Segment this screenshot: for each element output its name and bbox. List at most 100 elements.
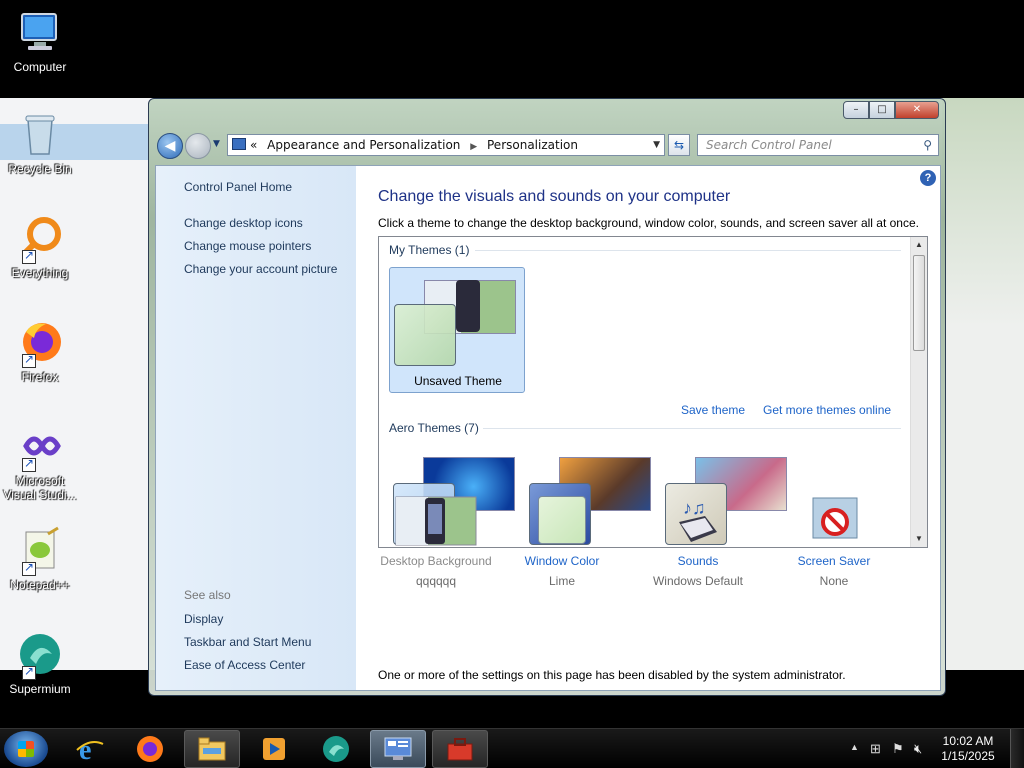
- taskbar-control-panel[interactable]: [370, 730, 426, 768]
- desktop-icon-label: Recycle Bin: [8, 162, 72, 176]
- everything-icon: [16, 214, 64, 264]
- taskbar-supermium[interactable]: [308, 730, 364, 768]
- screen-saver-value: None: [819, 574, 849, 588]
- clock[interactable]: 10:02 AM 1/15/2025: [938, 734, 998, 764]
- control-panel-home-link[interactable]: Control Panel Home: [184, 180, 292, 194]
- sounds-label[interactable]: Sounds: [638, 554, 758, 568]
- desktop-icon-visual-studio[interactable]: Microsoft Visual Studi...: [0, 422, 80, 502]
- theme-tile-unsaved[interactable]: Unsaved Theme: [389, 267, 525, 393]
- show-desktop-button[interactable]: [1010, 729, 1024, 768]
- volume-muted-icon[interactable]: 🔇︎: [914, 741, 922, 757]
- svg-text:e: e: [79, 735, 91, 764]
- my-themes-heading: My Themes (1): [389, 243, 470, 257]
- desktop-icon-label: Firefox: [21, 370, 59, 384]
- address-bar[interactable]: « Appearance and Personalization ▶ Perso…: [227, 134, 665, 156]
- refresh-button[interactable]: ⇆: [668, 134, 690, 156]
- theme-name: Unsaved Theme: [414, 374, 502, 388]
- screen-saver-setting[interactable]: Screen Saver None: [774, 496, 894, 588]
- scroll-down-icon[interactable]: ▼: [911, 531, 927, 547]
- navigation-bar: ◀ ▼ « Appearance and Personalization ▶ P…: [157, 131, 939, 159]
- change-mouse-pointers-link[interactable]: Change mouse pointers: [184, 239, 311, 253]
- close-button[interactable]: ✕: [895, 101, 939, 119]
- save-theme-link[interactable]: Save theme: [681, 403, 745, 417]
- window-controls: – □ ✕: [843, 101, 939, 119]
- window-color-setting[interactable]: Window Color Lime: [502, 496, 622, 588]
- breadcrumb-separator-icon[interactable]: ▶: [470, 142, 477, 152]
- shortcut-arrow-icon: [22, 664, 36, 680]
- desktop-icon-label: Microsoft Visual Studi...: [3, 474, 77, 502]
- visual-studio-icon: [16, 422, 64, 472]
- maximize-button[interactable]: □: [869, 101, 895, 119]
- search-icon[interactable]: ⚲: [923, 135, 932, 155]
- desktop-background-icon: [395, 496, 477, 548]
- scroll-thumb[interactable]: [913, 255, 925, 351]
- taskbar-start-menu-link[interactable]: Taskbar and Start Menu: [184, 635, 311, 649]
- desktop-icon-firefox[interactable]: Firefox: [0, 318, 80, 384]
- minimize-button[interactable]: –: [843, 101, 869, 119]
- help-icon[interactable]: ?: [920, 170, 936, 186]
- taskbar-firefox[interactable]: [122, 730, 178, 768]
- taskbar-internet-explorer[interactable]: e: [62, 730, 118, 768]
- taskbar-toolbox[interactable]: [432, 730, 488, 768]
- shortcut-arrow-icon: [22, 560, 36, 576]
- window-color-label[interactable]: Window Color: [502, 554, 622, 568]
- taskbar: e ▲ ⊞ ⚑ 🔇︎ 10:02 AM 1/15/2025: [0, 728, 1024, 768]
- firefox-icon: [16, 318, 64, 368]
- breadcrumb-appearance[interactable]: Appearance and Personalization: [267, 138, 460, 152]
- display-link[interactable]: Display: [184, 612, 223, 626]
- ease-of-access-link[interactable]: Ease of Access Center: [184, 658, 305, 672]
- screen-saver-icon: [793, 496, 875, 548]
- desktop-icon-notepadpp[interactable]: Notepad++: [0, 526, 80, 592]
- search-placeholder: Search Control Panel: [706, 138, 832, 152]
- firefox-icon: [137, 736, 163, 762]
- desktop-icon-everything[interactable]: Everything: [0, 214, 80, 280]
- admin-disabled-notice: One or more of the settings on this page…: [378, 668, 846, 682]
- back-button[interactable]: ◀: [157, 133, 183, 159]
- desktop-icon-supermium[interactable]: Supermium: [0, 630, 80, 696]
- breadcrumb-personalization[interactable]: Personalization: [487, 138, 578, 152]
- section-divider: [483, 428, 901, 429]
- main-pane: ? Change the visuals and sounds on your …: [356, 166, 940, 690]
- see-also-heading: See also: [184, 588, 231, 602]
- taskbar-media-player[interactable]: [246, 730, 302, 768]
- recent-pages-dropdown-icon[interactable]: ▼: [213, 139, 220, 149]
- change-account-picture-link[interactable]: Change your account picture: [184, 262, 337, 276]
- theme-list-scrollbar[interactable]: ▲ ▼: [910, 237, 927, 547]
- desktop-icon-recycle-bin[interactable]: Recycle Bin: [0, 110, 80, 176]
- start-button[interactable]: [4, 731, 48, 767]
- phone-image: [456, 280, 480, 332]
- forward-button[interactable]: [185, 133, 211, 159]
- taskbar-explorer[interactable]: [184, 730, 240, 768]
- supermium-icon: [323, 736, 349, 762]
- show-hidden-icons-icon[interactable]: ▲: [850, 742, 859, 752]
- shortcut-arrow-icon: [22, 456, 36, 472]
- action-center-flag-icon[interactable]: ⚑: [892, 741, 904, 757]
- desktop-background-value: qqqqqq: [415, 574, 457, 588]
- screen-saver-label[interactable]: Screen Saver: [774, 554, 894, 568]
- address-overflow[interactable]: «: [250, 138, 257, 152]
- folder-icon: [198, 737, 226, 761]
- clock-date: 1/15/2025: [941, 749, 995, 763]
- aero-themes-heading: Aero Themes (7): [389, 421, 479, 435]
- network-icon[interactable]: ⊞: [870, 741, 881, 757]
- desktop-icon-label: Notepad++: [10, 578, 70, 592]
- address-dropdown-icon[interactable]: ▼: [653, 135, 660, 155]
- background-window-edge: [942, 98, 1024, 670]
- desktop-icon-computer[interactable]: Computer: [0, 8, 80, 74]
- get-more-themes-link[interactable]: Get more themes online: [763, 403, 891, 417]
- sounds-setting[interactable]: ♪♫ Sounds Windows Default: [638, 496, 758, 588]
- window-color-icon: [521, 496, 603, 548]
- desktop-background-label: Desktop Background: [380, 554, 492, 568]
- window-color-swatch: [394, 304, 456, 366]
- change-desktop-icons-link[interactable]: Change desktop icons: [184, 216, 303, 230]
- control-panel-icon: [232, 138, 246, 150]
- content-area: Control Panel Home Change desktop icons …: [155, 165, 941, 691]
- desktop-icon-label: Computer: [13, 60, 67, 74]
- computer-icon: [16, 8, 64, 56]
- page-title: Change the visuals and sounds on your co…: [378, 188, 731, 205]
- search-input[interactable]: Search Control Panel ⚲: [697, 134, 939, 156]
- svg-text:♪♫: ♪♫: [683, 498, 706, 518]
- desktop-icon-label: Everything: [11, 266, 69, 280]
- scroll-up-icon[interactable]: ▲: [911, 237, 927, 253]
- shortcut-arrow-icon: [22, 352, 36, 368]
